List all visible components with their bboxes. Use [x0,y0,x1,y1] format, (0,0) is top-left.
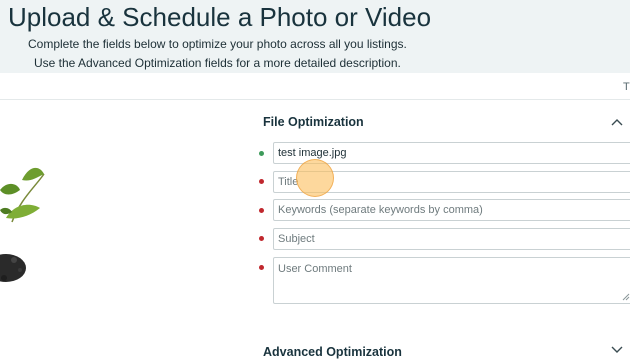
page-subtitle-line2: Use the Advanced Optimization fields for… [34,56,401,70]
divider [0,99,630,100]
subject-field[interactable]: Subject [273,228,630,250]
page-header: Upload & Schedule a Photo or Video Compl… [0,0,630,73]
user-comment-placeholder: User Comment [278,263,352,275]
toolbar-truncated-text[interactable]: T [623,80,630,94]
keywords-field[interactable]: Keywords (separate keywords by comma) [273,199,630,221]
resize-handle-icon[interactable] [622,293,630,301]
cursor-highlight [296,159,334,197]
required-status-dot [259,265,264,270]
user-comment-field[interactable]: User Comment [273,257,630,304]
page-subtitle-line1: Complete the fields below to optimize yo… [28,37,407,51]
page-title: Upload & Schedule a Photo or Video [8,2,432,32]
plant-image [0,167,45,282]
subject-placeholder: Subject [278,233,315,245]
required-status-dot [259,208,264,213]
required-status-dot [259,179,264,184]
filename-value: test image.jpg [278,147,347,159]
chevron-up-icon[interactable] [609,114,625,130]
required-status-dot [259,236,264,241]
keywords-placeholder: Keywords (separate keywords by comma) [278,204,483,216]
filename-field[interactable]: test image.jpg [273,142,630,164]
file-optimization-title[interactable]: File Optimization [263,114,364,130]
advanced-optimization-title[interactable]: Advanced Optimization [263,344,402,360]
chevron-down-icon[interactable] [609,341,625,357]
valid-status-dot [259,151,264,156]
